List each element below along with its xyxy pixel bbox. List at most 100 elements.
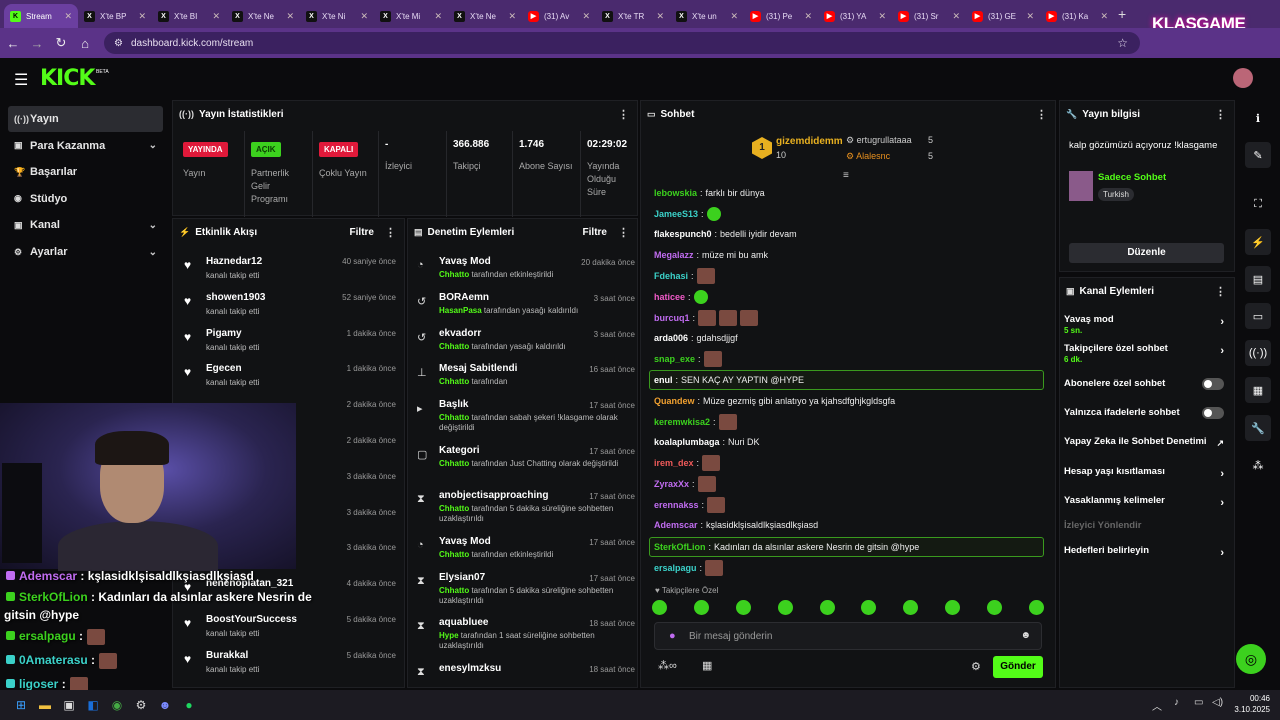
toggle-switch[interactable]	[1202, 378, 1224, 390]
browser-tab[interactable]: ▶ (31) Sr ✕	[892, 4, 966, 28]
outlook-icon[interactable]: ◧	[82, 694, 104, 716]
close-tab-icon[interactable]: ✕	[804, 11, 812, 22]
chevron-down-icon[interactable]: ⌄	[149, 140, 157, 151]
close-tab-icon[interactable]: ✕	[138, 11, 146, 22]
sidebar-item[interactable]: ◉ Stüdyo	[8, 186, 163, 212]
edit-info-button[interactable]: Düzenle	[1069, 243, 1224, 263]
document-icon[interactable]: ▤	[1245, 266, 1271, 292]
moderation-name[interactable]: ekvadorr	[439, 328, 481, 339]
chat-username[interactable]: snap_exe	[654, 354, 695, 364]
quick-emote[interactable]	[945, 600, 961, 615]
emoji-icon[interactable]: ☻	[1020, 630, 1031, 641]
channel-action-item[interactable]: İzleyici Yönlendir	[1064, 520, 1230, 544]
info-icon[interactable]: ℹ	[1245, 105, 1271, 131]
moderation-name[interactable]: Yavaş Mod	[439, 536, 491, 547]
chat-input[interactable]: ● Bir mesaj gönderin ☻	[654, 622, 1042, 650]
edit-icon[interactable]: ✎	[1245, 142, 1271, 168]
steam-icon[interactable]: ⚙	[130, 694, 152, 716]
external-link-icon[interactable]: ↗	[1216, 438, 1224, 449]
activity-name[interactable]: Egecen	[206, 363, 242, 374]
channel-action-item[interactable]: Hesap yaşı kısıtlaması ›	[1064, 466, 1230, 490]
reload-icon[interactable]: ↻	[50, 35, 72, 51]
sidebar-item[interactable]: ((·)) Yayın	[8, 106, 163, 132]
send-button[interactable]: Gönder	[993, 656, 1043, 678]
close-tab-icon[interactable]: ✕	[952, 11, 960, 22]
quick-emote[interactable]	[903, 600, 919, 615]
moderation-actor[interactable]: Chhatto	[439, 550, 469, 559]
browser-tab[interactable]: X X'te Ne ✕	[226, 4, 300, 28]
close-tab-icon[interactable]: ✕	[656, 11, 664, 22]
channel-action-item[interactable]: Hedefleri belirleyin ›	[1064, 545, 1230, 569]
channel-action-item[interactable]: Yapay Zeka ile Sohbet Denetimi ↗	[1064, 436, 1230, 460]
moderation-actor[interactable]: Chhatto	[439, 342, 469, 351]
fullscreen-icon[interactable]: ⛶	[1245, 191, 1271, 217]
chevron-right-icon[interactable]: ›	[1220, 468, 1224, 480]
browser-tab[interactable]: X X'te Ni ✕	[300, 4, 374, 28]
stats-menu-icon[interactable]: ⋮	[618, 108, 629, 121]
back-icon[interactable]: ←	[2, 36, 24, 51]
moderation-name[interactable]: Mesaj Sabitlendi	[439, 363, 517, 374]
close-tab-icon[interactable]: ✕	[582, 11, 590, 22]
toggle-switch[interactable]	[1202, 407, 1224, 419]
moderation-actor[interactable]: Chhatto	[439, 270, 469, 279]
quick-emote[interactable]	[652, 600, 667, 615]
moderation-name[interactable]: Elysian07	[439, 572, 485, 583]
file-explorer-icon[interactable]: ▬	[34, 694, 56, 716]
browser-tab[interactable]: ▶ (31) Ka ✕	[1040, 4, 1114, 28]
moderation-actor[interactable]: Chhatto	[439, 413, 469, 422]
quick-emote[interactable]	[1028, 600, 1044, 615]
moderation-actor[interactable]: Hype	[439, 631, 459, 640]
close-tab-icon[interactable]: ✕	[64, 11, 72, 22]
browser-tab[interactable]: ▶ (31) Pe ✕	[744, 4, 818, 28]
chat-rail-icon[interactable]: ▭	[1245, 303, 1271, 329]
lightning-rail-icon[interactable]: ⚡	[1245, 229, 1271, 255]
settings-dots-icon[interactable]: ⁂	[1245, 452, 1271, 478]
browser-tab[interactable]: ▶ (31) Av ✕	[522, 4, 596, 28]
chat-username[interactable]: irem_dex	[654, 458, 694, 468]
sidebar-item[interactable]: ⚙ Ayarlar ⌄	[8, 239, 163, 265]
bookmark-star-icon[interactable]: ☆	[1117, 36, 1128, 50]
moderation-name[interactable]: Başlık	[439, 399, 468, 410]
chevron-down-icon[interactable]: ⌄	[149, 220, 157, 231]
store-taskbar-icon[interactable]: ▣	[58, 694, 80, 716]
chat-username[interactable]: Quandew	[654, 396, 695, 406]
top-gifter-name[interactable]: gizemdidemm	[776, 136, 843, 147]
activity-filter-button[interactable]: Filtre	[350, 227, 374, 238]
chevron-right-icon[interactable]: ›	[1220, 345, 1224, 357]
close-tab-icon[interactable]: ✕	[1100, 11, 1108, 22]
chevron-right-icon[interactable]: ›	[1220, 547, 1224, 559]
chat-username[interactable]: koalaplumbaga	[654, 437, 720, 447]
forward-icon[interactable]: →	[26, 36, 48, 51]
address-bar[interactable]: ⚙ dashboard.kick.com/stream ☆	[104, 32, 1140, 54]
chat-username[interactable]: burcuq1	[654, 313, 690, 323]
quick-emote[interactable]	[861, 600, 877, 615]
channel-action-item[interactable]: Yasaklanmış kelimeler ›	[1064, 495, 1230, 519]
activity-name[interactable]: showen1903	[206, 292, 265, 303]
chat-username[interactable]: enul	[654, 375, 673, 385]
channel-action-item[interactable]: Takipçilere özel sohbet 6 dk. ›	[1064, 343, 1230, 367]
chat-username[interactable]: ersalpagu	[654, 563, 697, 573]
tray-chevron-icon[interactable]: ︿	[1152, 698, 1162, 713]
moderation-name[interactable]: Kategori	[439, 445, 480, 456]
volume-icon[interactable]: ◁)	[1212, 697, 1223, 708]
moderation-name[interactable]: enesylmzksu	[439, 663, 501, 674]
site-info-icon[interactable]: ⚙	[114, 38, 123, 49]
moderation-filter-button[interactable]: Filtre	[583, 227, 607, 238]
quick-emote[interactable]	[987, 600, 1002, 615]
close-tab-icon[interactable]: ✕	[286, 11, 294, 22]
browser-tab[interactable]: X X'te un ✕	[670, 4, 744, 28]
close-tab-icon[interactable]: ✕	[360, 11, 368, 22]
moderation-name[interactable]: BORAemn	[439, 292, 489, 303]
activity-name[interactable]: Burakkal	[206, 650, 248, 661]
browser-tab[interactable]: K Stream ✕	[4, 4, 78, 28]
menu-icon[interactable]: ☰	[14, 70, 28, 90]
store-icon[interactable]: ▦	[702, 659, 712, 672]
close-tab-icon[interactable]: ✕	[1026, 11, 1034, 22]
mic-tray-icon[interactable]: ♪	[1174, 697, 1179, 708]
chevron-right-icon[interactable]: ›	[1220, 316, 1224, 328]
moderation-actor[interactable]: HasanPasa	[439, 306, 482, 315]
browser-tab[interactable]: X X'te Mi ✕	[374, 4, 448, 28]
category-name[interactable]: Sadece Sohbet	[1098, 172, 1166, 183]
moderation-actor[interactable]: Chhatto	[439, 586, 469, 595]
moderation-actor[interactable]: Chhatto	[439, 504, 469, 513]
